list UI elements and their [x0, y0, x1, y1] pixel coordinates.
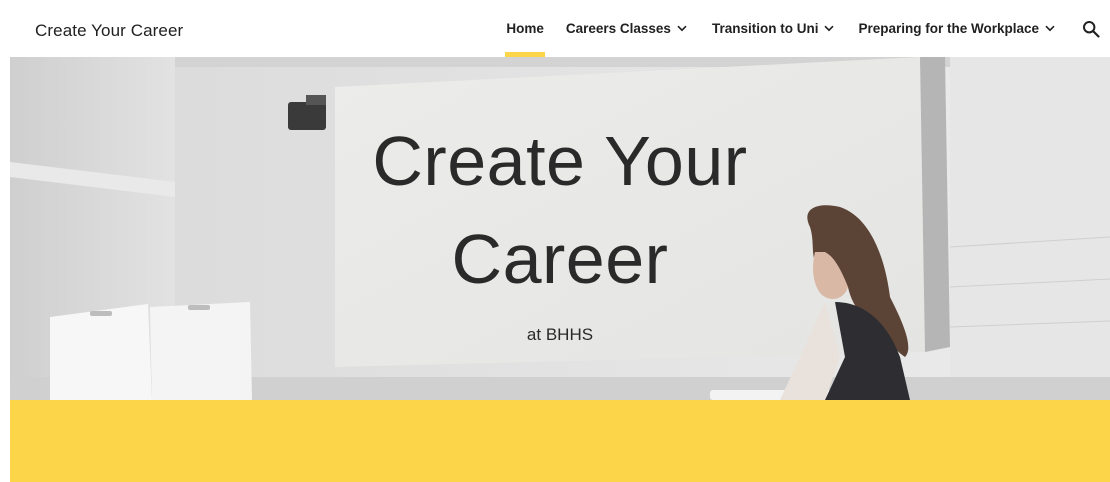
- chevron-down-icon[interactable]: [1045, 25, 1055, 32]
- chevron-down-icon[interactable]: [677, 25, 687, 32]
- chevron-down-icon[interactable]: [824, 25, 835, 32]
- hero-title-line-2: Career: [451, 220, 669, 298]
- nav-item-home[interactable]: Home: [505, 0, 545, 57]
- main-nav: Home Careers Classes Transition to Uni P…: [505, 0, 1110, 57]
- nav-item-careers-classes-label: Careers Classes: [565, 21, 671, 36]
- nav-item-careers-classes[interactable]: Careers Classes: [566, 0, 687, 57]
- accent-band: [10, 400, 1110, 482]
- nav-item-preparing-for-the-workplace-label: Preparing for the Workplace: [858, 21, 1039, 36]
- hero-subtitle: at BHHS: [526, 325, 594, 344]
- nav-item-transition-to-uni[interactable]: Transition to Uni: [712, 0, 835, 57]
- nav-item-home-label: Home: [506, 21, 544, 36]
- nav-item-transition-to-uni-label: Transition to Uni: [711, 21, 819, 36]
- site-title[interactable]: Create Your Career: [35, 21, 183, 41]
- hero-title-line-1: Create Your: [372, 122, 748, 200]
- nav-item-preparing-for-the-workplace[interactable]: Preparing for the Workplace: [858, 0, 1055, 57]
- hero-banner: Create Your Career at BHHS: [10, 57, 1110, 400]
- site-header: Create Your Career Home Careers Classes …: [0, 0, 1110, 57]
- search-icon[interactable]: [1082, 20, 1100, 38]
